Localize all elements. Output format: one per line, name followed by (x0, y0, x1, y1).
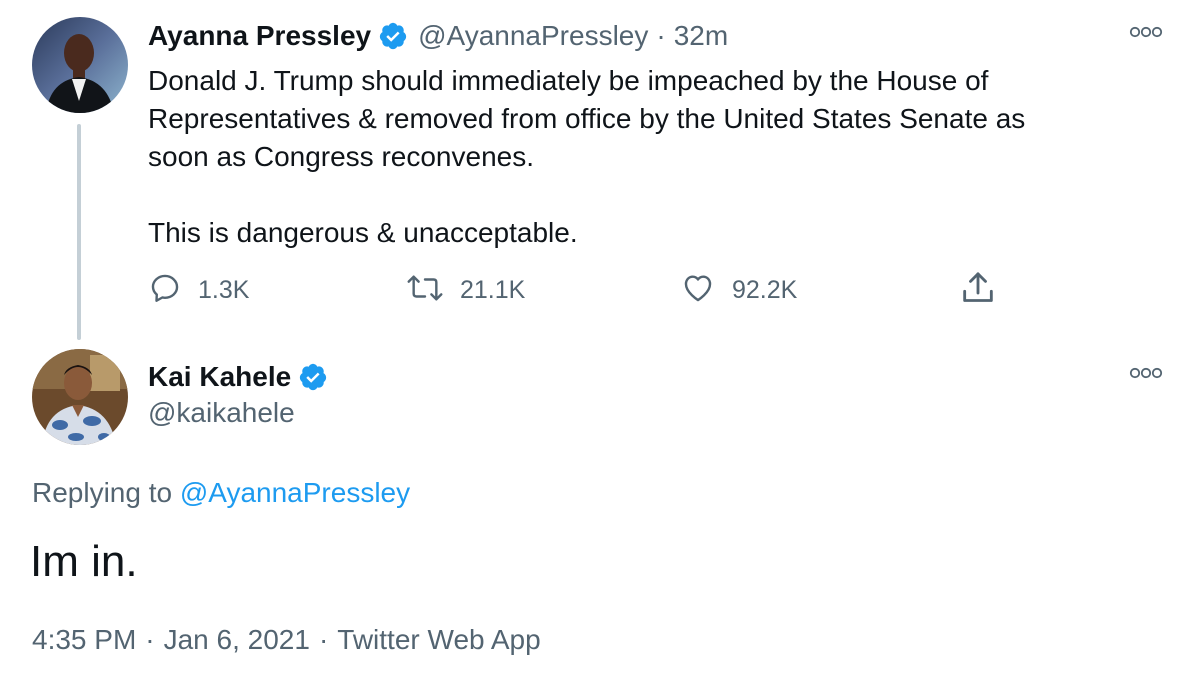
display-name[interactable]: Ayanna Pressley (148, 20, 371, 52)
verified-badge-icon (298, 362, 328, 392)
heart-icon (680, 271, 716, 310)
tweet-text-line: soon as Congress reconvenes. (148, 141, 534, 172)
reply-count: 1.3K (198, 275, 250, 304)
reply-icon (148, 271, 182, 310)
separator-dot: · (145, 624, 155, 655)
handle[interactable]: @AyannaPressley (418, 20, 648, 52)
tweet2-text: Im in. (30, 537, 138, 586)
time-ago[interactable]: 32m (674, 20, 728, 52)
tweet1-header: Ayanna Pressley @AyannaPressley · 32m (148, 16, 728, 56)
retweet-icon (406, 271, 444, 310)
handle[interactable]: @kaikahele (148, 397, 295, 429)
retweet-count: 21.1K (460, 275, 526, 304)
tweet-date[interactable]: Jan 6, 2021 (164, 624, 310, 655)
more-icon (1129, 366, 1163, 384)
avatar-kai-kahele[interactable] (32, 349, 128, 445)
like-button[interactable]: 92.2K (680, 270, 797, 310)
display-name[interactable]: Kai Kahele (148, 361, 291, 393)
tweet-text-line: Donald J. Trump should immediately be im… (148, 65, 989, 96)
replying-to-label: Replying to (32, 477, 173, 508)
share-icon (958, 268, 998, 313)
tweet-source[interactable]: Twitter Web App (337, 624, 540, 655)
tweet-time[interactable]: 4:35 PM (32, 624, 136, 655)
thread-connector-line (77, 124, 81, 340)
share-button[interactable] (958, 270, 998, 310)
avatar-ayanna-pressley[interactable] (32, 17, 128, 113)
separator-dot: · (318, 624, 329, 655)
tweet-text-line: Representatives & removed from office by… (148, 103, 1026, 134)
like-count: 92.2K (732, 275, 798, 304)
tweet-text-line: This is dangerous & unacceptable. (148, 217, 578, 248)
separator-dot: · (656, 20, 666, 51)
reply-button[interactable]: 1.3K (148, 270, 249, 310)
more-icon (1129, 25, 1163, 43)
more-options-button[interactable] (1126, 22, 1166, 46)
verified-badge-icon (378, 21, 408, 51)
more-options-button[interactable] (1126, 363, 1166, 387)
tweet2-header: Kai Kahele (148, 357, 328, 397)
tweet1-text: Donald J. Trump should immediately be im… (148, 62, 1158, 252)
replying-to: Replying to @AyannaPressley (32, 477, 410, 509)
replying-to-mention-link[interactable]: @AyannaPressley (180, 477, 410, 508)
retweet-button[interactable]: 21.1K (406, 270, 525, 310)
tweet-meta: 4:35 PM · Jan 6, 2021 · Twitter Web App (32, 624, 541, 656)
